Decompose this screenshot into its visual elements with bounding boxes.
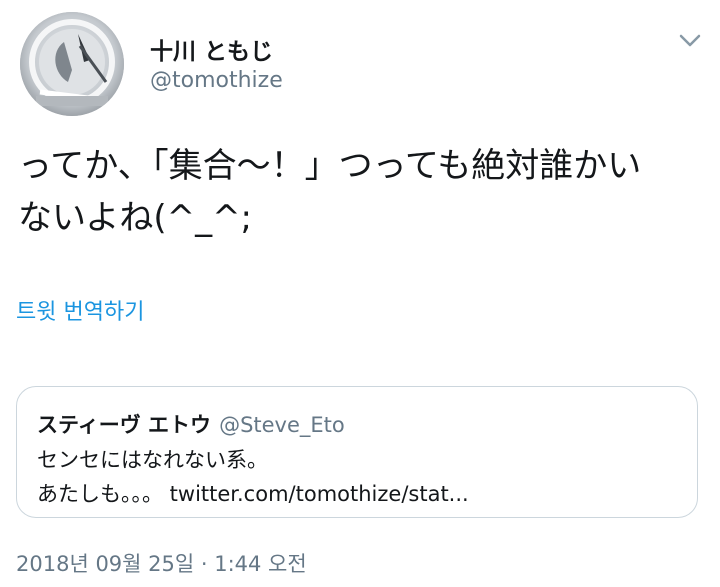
quoted-tweet-header: スティーヴ エトウ @Steve_Eto: [37, 409, 345, 439]
avatar[interactable]: [20, 12, 124, 116]
tweet-text-line: ってか、「集合〜！」つっても絶対誰かい: [18, 146, 642, 186]
avatar-image: [20, 12, 124, 116]
tweet-timestamp[interactable]: 2018년 09월 25일 · 1:44 오전: [16, 548, 307, 578]
tweet-text: ってか、「集合〜！」つっても絶対誰かい ないよね(^_^;: [18, 140, 708, 244]
author-display-name[interactable]: 十川 ともじ: [150, 32, 273, 66]
quoted-tweet-text: センセにはなれない系。 あたしも。。。 twitter.com/tomothiz…: [37, 443, 469, 511]
chevron-down-icon[interactable]: [676, 26, 704, 54]
author-handle[interactable]: @tomothize: [150, 68, 283, 93]
quoted-tweet-line: センセにはなれない系。: [37, 448, 268, 472]
tweet-card: 十川 ともじ @tomothize ってか、「集合〜！」つっても絶対誰かい ない…: [0, 0, 720, 587]
quoted-tweet-card[interactable]: スティーヴ エトウ @Steve_Eto センセにはなれない系。 あたしも。。。 …: [16, 386, 698, 518]
quoted-author-handle: @Steve_Eto: [219, 413, 345, 437]
tweet-text-line: ないよね(^_^;: [18, 198, 253, 238]
translate-tweet-link[interactable]: 트윗 번역하기: [16, 294, 144, 326]
quoted-author-name: スティーヴ エトウ: [37, 413, 212, 437]
quoted-tweet-line: あたしも。。。 twitter.com/tomothize/stat...: [37, 482, 469, 506]
